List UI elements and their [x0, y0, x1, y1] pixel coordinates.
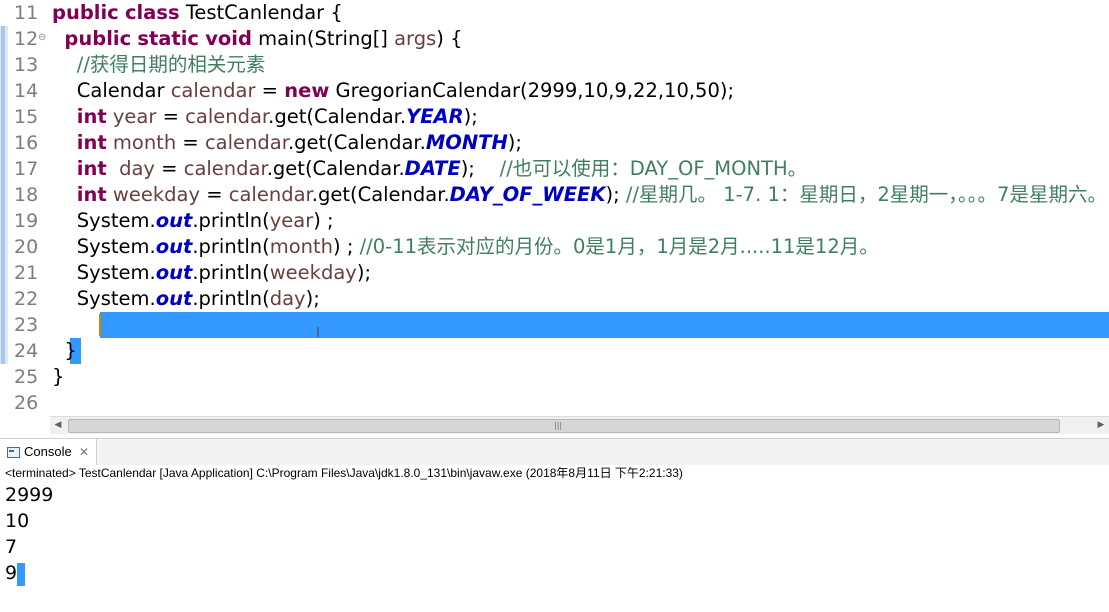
change-marker [0, 130, 8, 156]
line-number: 24 [14, 340, 39, 362]
code-editor[interactable]: 11 public class TestCanlendar {12 ⊖ public… [0, 0, 1109, 416]
line-number: 14 [14, 80, 39, 102]
code-line[interactable]: 14 Calendar calendar = new GregorianCale… [0, 78, 1109, 104]
change-marker [0, 338, 8, 364]
line-number: 22 [14, 288, 39, 310]
code-text: System.out.println(month) ; //0-11表示对应的月… [52, 235, 879, 258]
change-marker [0, 260, 8, 286]
code-text: System.out.println(year) ; [52, 209, 334, 232]
code-text: //获得日期的相关元素 [76, 53, 266, 76]
line-number: 18 [14, 184, 39, 206]
code-line[interactable]: 13 //获得日期的相关元素 [0, 52, 1109, 78]
close-icon[interactable]: ✕ [79, 439, 89, 465]
change-marker [0, 286, 8, 312]
horizontal-scrollbar[interactable]: ◀ ||| ▶ [50, 416, 1109, 434]
line-number: 21 [14, 262, 39, 284]
code-text: public static void main(String[] args) { [64, 27, 463, 50]
code-text: System.out.println(weekday); [52, 261, 372, 284]
code-line[interactable]: 25} [0, 364, 1109, 390]
code-text: int year = calendar.get(Calendar.YEAR); [76, 105, 478, 128]
code-line[interactable]: 26 [0, 390, 1109, 416]
console-icon [7, 447, 20, 458]
line-number: 16 [14, 132, 39, 154]
line-number: 17 [14, 158, 39, 180]
console-output[interactable]: 2999 10 7 9 [0, 482, 1109, 612]
current-line-highlight [100, 312, 1109, 338]
console-tab-bar: Console ✕ [0, 438, 1109, 465]
code-line[interactable]: 24 } [0, 338, 1109, 364]
line-number: 13 [14, 54, 39, 76]
editor-caret [99, 314, 101, 336]
code-line[interactable]: 17 int day = calendar.get(Calendar.DATE)… [0, 156, 1109, 182]
fold-collapse-icon[interactable]: ⊖ [38, 33, 46, 43]
line-number: 26 [14, 392, 39, 414]
code-text: public class TestCanlendar { [52, 1, 343, 24]
change-marker [0, 234, 8, 260]
code-line[interactable]: 22 System.out.println(day); [0, 286, 1109, 312]
change-marker [0, 78, 8, 104]
change-marker [0, 26, 8, 52]
console-output-line: 10 [5, 510, 30, 532]
scroll-left-icon[interactable]: ◀ [50, 417, 66, 434]
change-marker [0, 52, 8, 78]
code-line[interactable]: 23 [0, 312, 1109, 338]
code-text: int weekday = calendar.get(Calendar.DAY_… [76, 183, 1107, 206]
line-number: 20 [14, 236, 39, 258]
console-status-text: <terminated> TestCanlendar [Java Applica… [5, 466, 683, 480]
code-line[interactable]: 12 ⊖ public static void main(String[] arg… [0, 26, 1109, 52]
code-line[interactable]: 19 System.out.println(year) ; [0, 208, 1109, 234]
text-cursor-icon: I [316, 326, 320, 341]
line-number: 15 [14, 106, 39, 128]
code-text: int month = calendar.get(Calendar.MONTH)… [76, 131, 522, 154]
change-marker [0, 208, 8, 234]
scroll-thumb[interactable]: ||| [68, 419, 1060, 433]
code-line[interactable]: 15 int year = calendar.get(Calendar.YEAR… [0, 104, 1109, 130]
code-line[interactable]: 18 int weekday = calendar.get(Calendar.D… [0, 182, 1109, 208]
line-number: 11 [14, 2, 39, 24]
code-text: int day = calendar.get(Calendar.DATE); /… [76, 157, 808, 180]
console-output-line: 2999 [5, 484, 54, 506]
code-line[interactable]: 20 System.out.println(month) ; //0-11表示对… [0, 234, 1109, 260]
code-text: System.out.println(day); [52, 287, 320, 310]
line-number: 23 [14, 314, 39, 336]
tab-console-label: Console [24, 444, 72, 459]
code-text: } [52, 365, 65, 388]
change-marker [0, 312, 8, 338]
code-text: } [52, 339, 77, 362]
line-number: 25 [14, 366, 39, 388]
code-line[interactable]: 21 System.out.println(weekday); [0, 260, 1109, 286]
code-text: Calendar calendar = new GregorianCalenda… [52, 79, 735, 102]
change-marker [0, 104, 8, 130]
line-number: 19 [14, 210, 39, 232]
change-marker [0, 156, 8, 182]
scroll-right-icon[interactable]: ▶ [1093, 417, 1109, 434]
code-line[interactable]: 11 public class TestCanlendar { [0, 0, 1109, 26]
change-marker [0, 182, 8, 208]
tab-console[interactable]: Console ✕ [0, 439, 97, 465]
console-output-line: 9 [5, 562, 18, 584]
code-line[interactable]: 16 int month = calendar.get(Calendar.MON… [0, 130, 1109, 156]
console-output-line: 7 [5, 536, 18, 558]
scroll-grip-icon: ||| [554, 421, 563, 430]
console-caret [17, 563, 25, 586]
